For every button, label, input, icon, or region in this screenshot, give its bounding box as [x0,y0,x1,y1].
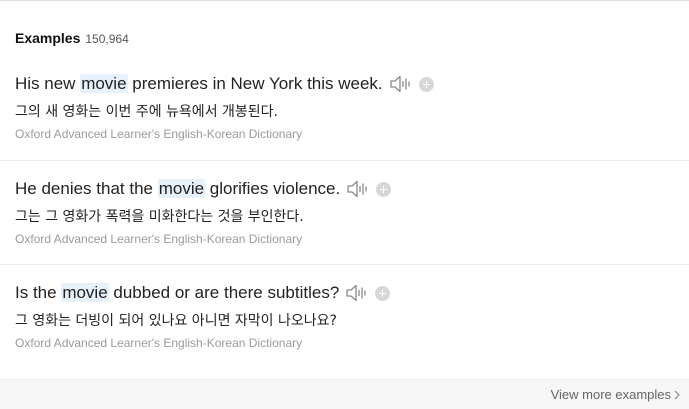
sentence-text-after: glorifies violence. [205,179,341,198]
plus-circle-icon[interactable] [375,285,391,301]
view-more-label: View more examples [550,387,671,402]
view-more-examples-link[interactable]: View more examples [551,387,680,402]
example-translation: 그의 새 영화는 이번 주에 뉴욕에서 개봉된다. [15,104,278,120]
example-translation: 그 영화는 더빙이 되어 있나요 아니면 자막이 나오나요? [15,313,337,329]
examples-header: Examples 150,964 [15,30,129,46]
highlighted-keyword[interactable]: movie [157,179,206,198]
example-source[interactable]: Oxford Advanced Learner's English-Korean… [15,127,302,141]
example-item: He denies that the movie glorifies viole… [0,160,689,265]
speaker-icon[interactable] [346,179,370,199]
example-translation: 그는 그 영화가 폭력을 미화한다는 것을 부인한다. [15,209,304,225]
highlighted-keyword[interactable]: movie [80,74,128,93]
examples-panel: Examples 150,964 His new movie premieres… [0,0,689,409]
sentence-text-after: premieres in New York this week. [127,74,383,93]
plus-circle-icon[interactable] [418,76,434,92]
chevron-right-icon [674,390,680,399]
highlighted-keyword[interactable]: movie [61,283,109,302]
examples-footer: View more examples [0,379,689,409]
example-source[interactable]: Oxford Advanced Learner's English-Korean… [15,232,302,246]
example-item: Is the movie dubbed or are there subtitl… [0,264,689,369]
sentence-text-after: dubbed or are there subtitles? [108,283,340,302]
speaker-icon[interactable] [345,283,369,303]
example-sentence: He denies that the movie glorifies viole… [15,178,392,200]
sentence-text-before: His new [15,74,81,93]
example-item: His new movie premieres in New York this… [0,56,689,160]
plus-circle-icon[interactable] [376,181,392,197]
example-source[interactable]: Oxford Advanced Learner's English-Korean… [15,336,302,350]
sentence-text-before: He denies that the [15,179,158,198]
examples-title: Examples [15,30,81,46]
sentence-text-before: Is the [15,283,62,302]
example-sentence: Is the movie dubbed or are there subtitl… [15,282,391,304]
speaker-icon[interactable] [389,74,413,94]
example-sentence: His new movie premieres in New York this… [15,73,434,95]
examples-count: 150,964 [85,32,129,46]
